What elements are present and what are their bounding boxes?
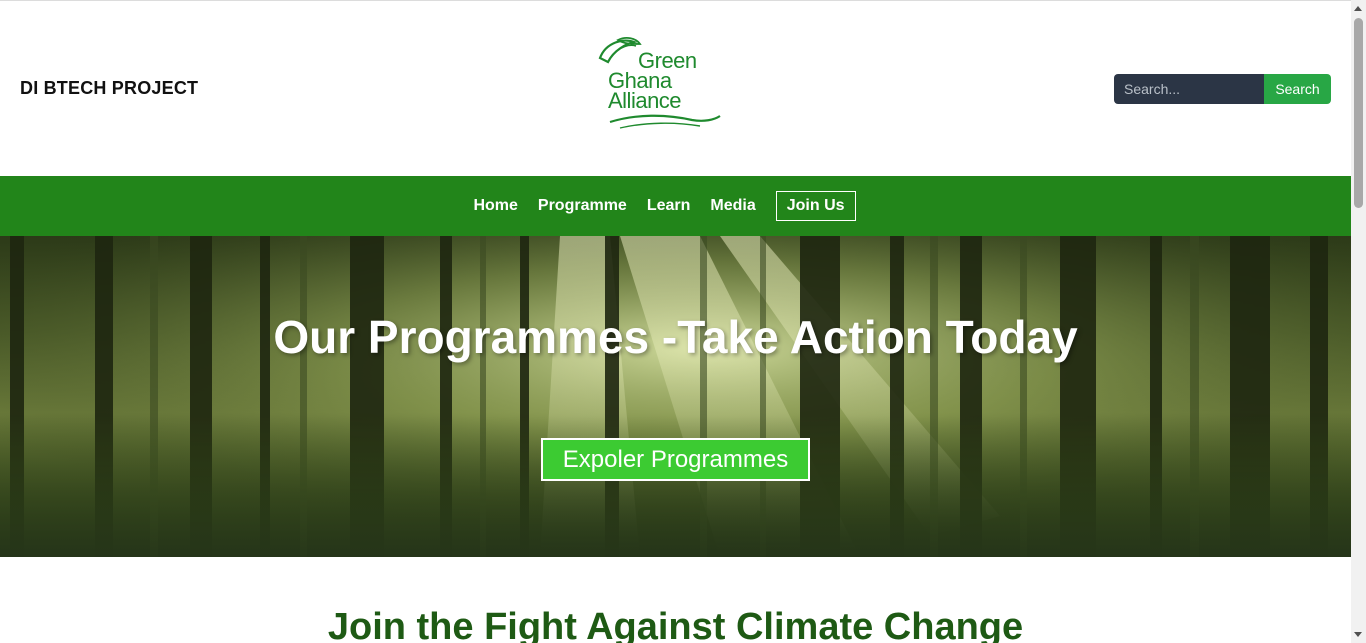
nav-join-us[interactable]: Join Us — [775, 191, 856, 221]
hero-title: Our Programmes -Take Action Today — [273, 311, 1078, 363]
logo-text-alliance: Alliance — [608, 88, 682, 113]
forest-background-image — [0, 236, 1351, 557]
search-input[interactable] — [1114, 74, 1264, 104]
page: DI BTECH PROJECT Green Ghana Alliance Se… — [0, 0, 1351, 643]
scroll-down-arrow-icon[interactable] — [1354, 632, 1362, 637]
main-nav: Home Programme Learn Media Join Us — [0, 176, 1351, 236]
nav-home[interactable]: Home — [473, 197, 517, 215]
site-header: DI BTECH PROJECT Green Ghana Alliance Se… — [0, 1, 1351, 176]
section-title: Join the Fight Against Climate Change — [327, 606, 1024, 643]
nav-media[interactable]: Media — [710, 197, 755, 215]
scrollbar-thumb[interactable] — [1354, 18, 1363, 208]
explore-programmes-button[interactable]: Expoler Programmes — [541, 438, 810, 481]
green-ghana-alliance-logo[interactable]: Green Ghana Alliance — [596, 36, 726, 132]
scroll-up-arrow-icon[interactable] — [1354, 6, 1362, 11]
brand-name: DI BTECH PROJECT — [20, 78, 199, 98]
search-button[interactable]: Search — [1264, 74, 1331, 104]
nav-programme[interactable]: Programme — [538, 197, 627, 215]
vertical-scrollbar[interactable] — [1351, 0, 1366, 643]
nav-learn[interactable]: Learn — [647, 197, 691, 215]
search-bar: Search — [1114, 74, 1331, 104]
hero-banner: Our Programmes -Take Action Today Expole… — [0, 236, 1351, 557]
